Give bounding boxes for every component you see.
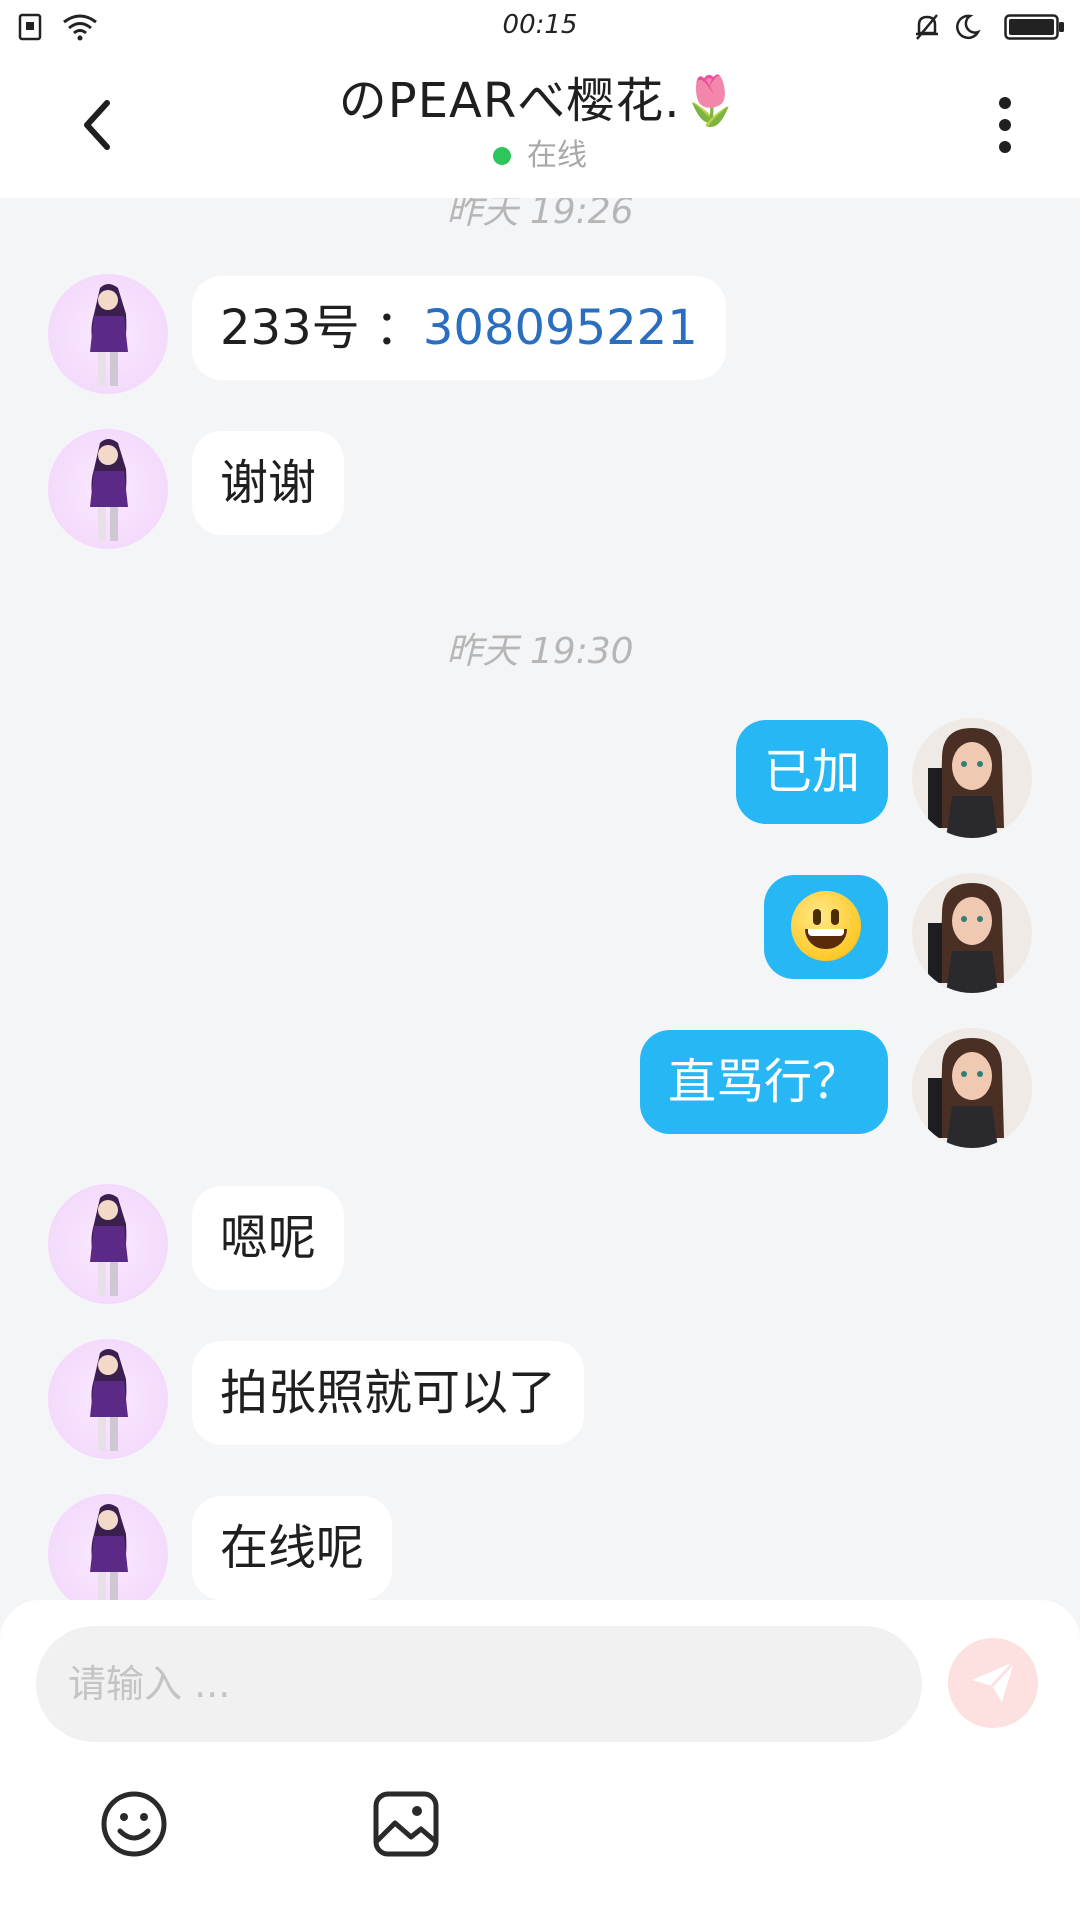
message-bubble[interactable] — [764, 875, 888, 979]
message-text: 嗯呢 — [220, 1210, 317, 1266]
moon-icon — [952, 12, 982, 46]
chat-header: のPEARべ樱花.🌷 在线 — [0, 54, 1080, 198]
message-bubble[interactable]: 拍张照就可以了 — [192, 1341, 585, 1445]
status-bar: 00:15 — [0, 0, 1080, 54]
contact-avatar[interactable] — [48, 1339, 168, 1459]
image-button[interactable] — [370, 1790, 442, 1862]
more-options-button[interactable] — [970, 92, 1040, 162]
message-bubble[interactable]: 直骂行？ — [639, 1030, 888, 1134]
back-button[interactable] — [62, 92, 132, 162]
contact-info[interactable]: のPEARべ樱花.🌷 在线 — [160, 66, 920, 176]
chevron-left-icon — [77, 97, 117, 157]
my-avatar[interactable] — [912, 1028, 1032, 1148]
message-input[interactable] — [36, 1626, 922, 1742]
send-button[interactable] — [948, 1638, 1038, 1728]
contact-avatar[interactable] — [48, 1184, 168, 1304]
contact-avatar[interactable] — [48, 429, 168, 549]
message-bubble[interactable]: 已加 — [735, 720, 888, 824]
message-text: 233号 ： — [220, 300, 423, 356]
image-icon — [371, 1789, 441, 1863]
online-dot-icon — [493, 147, 511, 165]
input-panel — [0, 1600, 1080, 1920]
battery-icon — [1004, 14, 1066, 44]
message-list[interactable]: 昨天 19:26 233号 ：308095221 谢谢 昨天 19:30 已加 … — [0, 198, 1080, 1600]
emoji-button[interactable] — [98, 1790, 170, 1862]
qq-number-link[interactable]: 308095221 — [423, 300, 698, 356]
message-text: 已加 — [763, 744, 860, 800]
emoji-icon — [99, 1789, 169, 1863]
message-bubble[interactable]: 233号 ：308095221 — [192, 276, 726, 380]
contact-avatar[interactable] — [48, 274, 168, 394]
my-avatar[interactable] — [912, 873, 1032, 993]
online-status: 在线 — [493, 136, 587, 176]
online-status-label: 在线 — [527, 138, 587, 173]
message-bubble[interactable]: 谢谢 — [192, 431, 345, 535]
message-bubble[interactable]: 嗯呢 — [192, 1186, 345, 1290]
mute-bell-icon — [912, 12, 942, 46]
message-text: 直骂行？ — [667, 1054, 860, 1110]
message-text: 在线呢 — [220, 1520, 365, 1576]
contact-avatar[interactable] — [48, 1494, 168, 1600]
timestamp: 昨天 19:26 — [446, 198, 634, 232]
timestamp: 昨天 19:30 — [446, 631, 634, 672]
message-text: 谢谢 — [220, 455, 317, 511]
contact-name: のPEARべ樱花.🌷 — [338, 73, 742, 129]
smiley-emoji — [791, 891, 861, 961]
more-vertical-icon — [995, 95, 1015, 159]
message-bubble[interactable]: 在线呢 — [192, 1496, 393, 1600]
my-avatar[interactable] — [912, 718, 1032, 838]
message-text: 拍张照就可以了 — [220, 1365, 557, 1421]
send-icon — [966, 1654, 1020, 1712]
